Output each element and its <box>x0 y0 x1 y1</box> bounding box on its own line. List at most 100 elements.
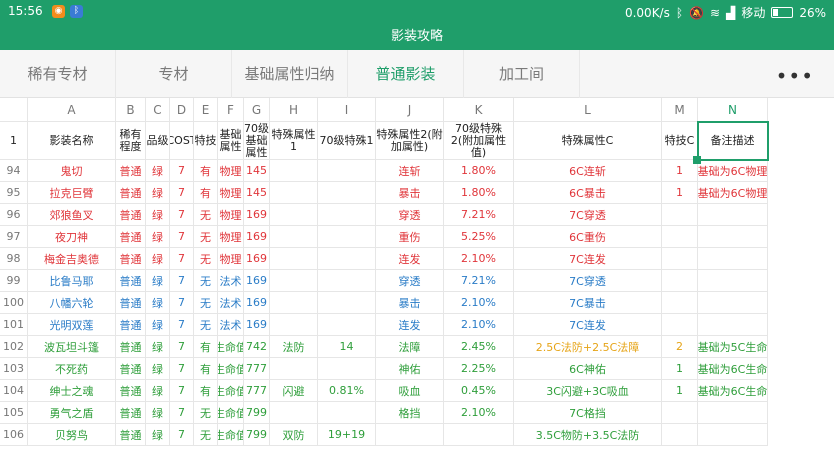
cell-h[interactable] <box>270 226 318 247</box>
cell-j[interactable]: 法障 <box>376 336 444 357</box>
cell-l[interactable]: 6C暴击 <box>514 182 662 203</box>
cell-c[interactable]: 绿 <box>146 292 170 313</box>
header-cell-j[interactable]: 特殊属性2(附加属性) <box>376 122 444 159</box>
cell-j[interactable]: 穿透 <box>376 270 444 291</box>
cell-n[interactable] <box>698 226 768 247</box>
cell-i[interactable] <box>318 248 376 269</box>
cell-f[interactable]: 法术 <box>218 292 244 313</box>
column-header-l[interactable]: L <box>514 98 662 121</box>
cell-i[interactable] <box>318 270 376 291</box>
more-options-icon[interactable]: ••• <box>776 64 814 88</box>
cell-f[interactable]: 物理 <box>218 248 244 269</box>
cell-l[interactable]: 7C连发 <box>514 248 662 269</box>
cell-a[interactable]: 光明双莲 <box>28 314 116 335</box>
header-cell-d[interactable]: COST <box>170 122 194 159</box>
cell-e[interactable]: 有 <box>194 358 218 379</box>
cell-g[interactable]: 169 <box>244 314 270 335</box>
cell-f[interactable]: 生命值 <box>218 380 244 401</box>
tab-workshop[interactable]: 加工间 <box>464 50 580 98</box>
cell-b[interactable]: 普通 <box>116 204 146 225</box>
header-cell-i[interactable]: 70级特殊1 <box>318 122 376 159</box>
cell-n[interactable] <box>698 248 768 269</box>
cell-n[interactable]: 基础为6C物理 <box>698 160 768 181</box>
cell-a[interactable]: 波瓦坦斗篷 <box>28 336 116 357</box>
column-header-k[interactable]: K <box>444 98 514 121</box>
header-cell-l[interactable]: 特殊属性C <box>514 122 662 159</box>
header-cell-a[interactable]: 影装名称 <box>28 122 116 159</box>
cell-d[interactable]: 7 <box>170 424 194 445</box>
cell-j[interactable]: 穿透 <box>376 204 444 225</box>
cell-d[interactable]: 7 <box>170 358 194 379</box>
cell-a[interactable]: 比鲁马耶 <box>28 270 116 291</box>
column-header-n[interactable]: N <box>698 98 768 121</box>
row-number[interactable]: 94 <box>0 160 28 181</box>
cell-f[interactable]: 生命值 <box>218 336 244 357</box>
column-header-h[interactable]: H <box>270 98 318 121</box>
cell-d[interactable]: 7 <box>170 248 194 269</box>
cell-e[interactable]: 有 <box>194 336 218 357</box>
cell-k[interactable]: 0.45% <box>444 380 514 401</box>
tab-base-attributes[interactable]: 基础属性归纳 <box>232 50 348 98</box>
cell-b[interactable]: 普通 <box>116 402 146 423</box>
cell-h[interactable] <box>270 358 318 379</box>
cell-m[interactable] <box>662 226 698 247</box>
cell-h[interactable] <box>270 248 318 269</box>
cell-f[interactable]: 物理 <box>218 160 244 181</box>
cell-d[interactable]: 7 <box>170 380 194 401</box>
cell-g[interactable]: 777 <box>244 358 270 379</box>
column-header-a[interactable]: A <box>28 98 116 121</box>
cell-e[interactable]: 有 <box>194 160 218 181</box>
column-header-i[interactable]: I <box>318 98 376 121</box>
cell-d[interactable]: 7 <box>170 182 194 203</box>
cell-h[interactable] <box>270 314 318 335</box>
cell-d[interactable]: 7 <box>170 160 194 181</box>
row-number[interactable]: 95 <box>0 182 28 203</box>
cell-l[interactable]: 6C重伤 <box>514 226 662 247</box>
cell-n[interactable] <box>698 270 768 291</box>
cell-c[interactable]: 绿 <box>146 380 170 401</box>
cell-i[interactable] <box>318 160 376 181</box>
column-header-j[interactable]: J <box>376 98 444 121</box>
cell-d[interactable]: 7 <box>170 204 194 225</box>
cell-b[interactable]: 普通 <box>116 292 146 313</box>
cell-j[interactable]: 连发 <box>376 248 444 269</box>
cell-k[interactable]: 1.80% <box>444 160 514 181</box>
column-header-d[interactable]: D <box>170 98 194 121</box>
row-number[interactable]: 100 <box>0 292 28 313</box>
header-cell-h[interactable]: 特殊属性1 <box>270 122 318 159</box>
cell-i[interactable] <box>318 226 376 247</box>
cell-l[interactable]: 7C格挡 <box>514 402 662 423</box>
row-number[interactable]: 96 <box>0 204 28 225</box>
cell-l[interactable]: 7C暴击 <box>514 292 662 313</box>
cell-m[interactable]: 1 <box>662 358 698 379</box>
cell-d[interactable]: 7 <box>170 270 194 291</box>
cell-b[interactable]: 普通 <box>116 226 146 247</box>
cell-k[interactable]: 2.10% <box>444 248 514 269</box>
cell-l[interactable]: 7C穿透 <box>514 204 662 225</box>
cell-f[interactable]: 物理 <box>218 204 244 225</box>
cell-c[interactable]: 绿 <box>146 160 170 181</box>
cell-j[interactable]: 重伤 <box>376 226 444 247</box>
cell-i[interactable] <box>318 204 376 225</box>
cell-d[interactable]: 7 <box>170 336 194 357</box>
cell-j[interactable]: 连斩 <box>376 160 444 181</box>
cell-e[interactable]: 无 <box>194 402 218 423</box>
cell-l[interactable]: 6C神佑 <box>514 358 662 379</box>
cell-a[interactable]: 梅金吉奥德 <box>28 248 116 269</box>
cell-i[interactable]: 14 <box>318 336 376 357</box>
cell-b[interactable]: 普通 <box>116 160 146 181</box>
cell-k[interactable]: 2.25% <box>444 358 514 379</box>
header-cell-k[interactable]: 70级特殊2(附加属性值) <box>444 122 514 159</box>
cell-h[interactable]: 法防 <box>270 336 318 357</box>
cell-j[interactable]: 格挡 <box>376 402 444 423</box>
cell-i[interactable] <box>318 292 376 313</box>
cell-h[interactable]: 闪避 <box>270 380 318 401</box>
cell-i[interactable]: 19+19 <box>318 424 376 445</box>
cell-a[interactable]: 八幡六轮 <box>28 292 116 313</box>
cell-f[interactable]: 生命值 <box>218 402 244 423</box>
column-header-e[interactable]: E <box>194 98 218 121</box>
row-number[interactable]: 1 <box>0 122 28 159</box>
cell-k[interactable]: 2.10% <box>444 314 514 335</box>
tab-rare-materials[interactable]: 稀有专材 <box>0 50 116 98</box>
header-cell-g[interactable]: 70级基础属性 <box>244 122 270 159</box>
